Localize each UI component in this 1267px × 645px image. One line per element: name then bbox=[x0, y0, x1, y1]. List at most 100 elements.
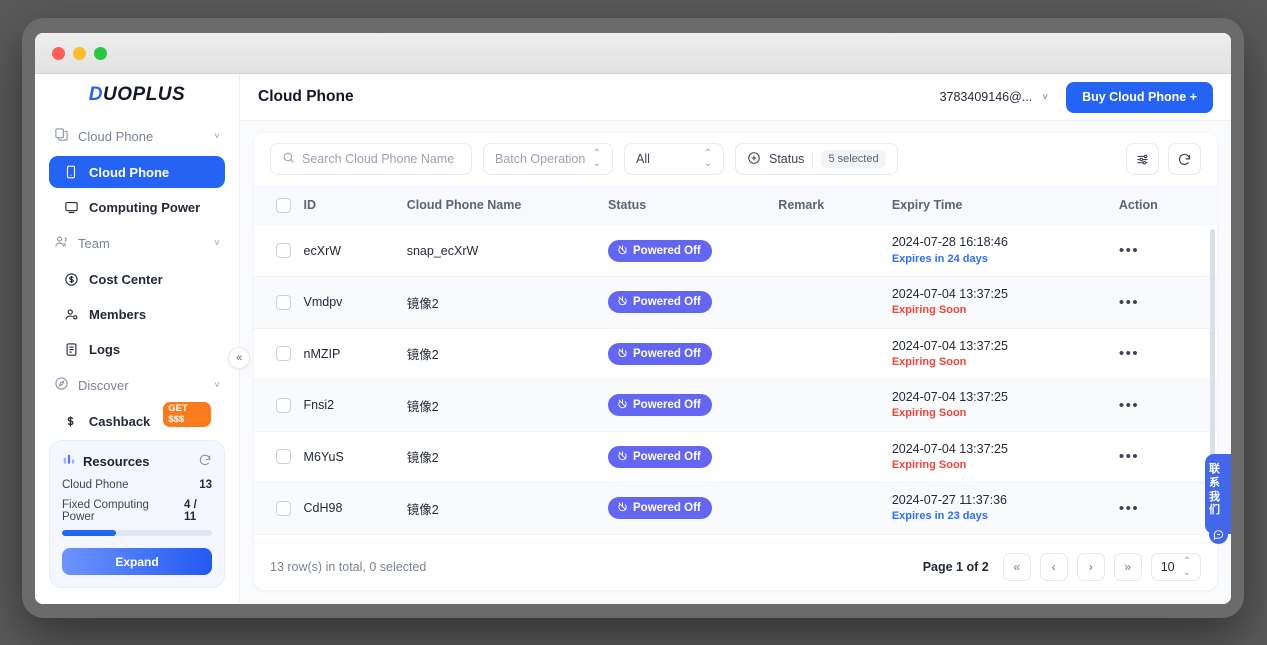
sidebar-item-cloud-phone[interactable]: Cloud Phone bbox=[49, 156, 225, 188]
cell-status: Powered Off bbox=[608, 328, 778, 380]
column-header-name[interactable]: Cloud Phone Name bbox=[407, 185, 608, 225]
cell-id: Vmdpv bbox=[304, 277, 407, 329]
sidebar-item-cashback[interactable]: Cashback GET $$$ bbox=[49, 405, 225, 437]
close-window-button[interactable] bbox=[52, 47, 65, 60]
sidebar-collapse-button[interactable]: « bbox=[228, 347, 250, 369]
last-page-button[interactable]: » bbox=[1114, 553, 1142, 581]
contact-us-label: 联系我们 bbox=[1209, 463, 1227, 518]
maximize-window-button[interactable] bbox=[94, 47, 107, 60]
row-checkbox[interactable] bbox=[276, 295, 291, 310]
sidebar-item-logs[interactable]: Logs bbox=[49, 333, 225, 365]
expand-button[interactable]: Expand bbox=[62, 548, 212, 575]
cell-name: 镜像2 bbox=[407, 380, 608, 432]
table-header-row: ID Cloud Phone Name Status Remark Expiry… bbox=[254, 185, 1217, 225]
table-row[interactable]: Vmdpv镜像2Powered Off2024-07-04 13:37:25Ex… bbox=[254, 277, 1217, 329]
status-badge: Powered Off bbox=[608, 446, 712, 468]
status-text: Powered Off bbox=[633, 399, 701, 411]
select-all-header bbox=[254, 185, 304, 225]
status-filter-label: Status bbox=[769, 152, 804, 166]
row-actions-button[interactable]: ••• bbox=[1119, 345, 1139, 362]
minimize-window-button[interactable] bbox=[73, 47, 86, 60]
cell-remark bbox=[778, 225, 892, 277]
row-actions-button[interactable]: ••• bbox=[1119, 397, 1139, 414]
refresh-icon[interactable] bbox=[1168, 143, 1201, 175]
chevron-updown-icon: ⌃⌄ bbox=[593, 149, 601, 169]
batch-operation-select[interactable]: Batch Operation ⌃⌄ bbox=[483, 143, 613, 175]
resources-title: Resources bbox=[83, 454, 149, 469]
cloud-phone-table: ID Cloud Phone Name Status Remark Expiry… bbox=[254, 185, 1217, 535]
pagination: Page 1 of 2 « ‹ › » 10 ⌃⌄ bbox=[923, 553, 1201, 581]
sidebar-item-members[interactable]: Members bbox=[49, 298, 225, 330]
row-actions-button[interactable]: ••• bbox=[1119, 294, 1139, 311]
column-header-expiry[interactable]: Expiry Time bbox=[892, 185, 1119, 225]
table-body: ecXrWsnap_ecXrWPowered Off2024-07-28 16:… bbox=[254, 225, 1217, 534]
page-size-select[interactable]: 10 ⌃⌄ bbox=[1151, 553, 1201, 581]
cell-id: CdH98 bbox=[304, 483, 407, 535]
cell-id: Fnsi2 bbox=[304, 380, 407, 432]
resources-refresh-icon[interactable] bbox=[198, 453, 212, 470]
table-row[interactable]: M6YuS镜像2Powered Off2024-07-04 13:37:25Ex… bbox=[254, 431, 1217, 483]
sidebar-item-computing-power[interactable]: Computing Power bbox=[49, 191, 225, 223]
power-off-icon bbox=[617, 398, 628, 412]
cell-remark bbox=[778, 380, 892, 432]
resources-progress-fill bbox=[62, 530, 116, 536]
chevron-down-icon: ˅ bbox=[214, 131, 220, 142]
bar-chart-icon bbox=[62, 452, 76, 471]
toolbar-right-actions bbox=[1126, 143, 1201, 175]
row-checkbox[interactable] bbox=[276, 449, 291, 464]
sidebar-item-cost-center[interactable]: Cost Center bbox=[49, 263, 225, 295]
app-logo[interactable]: DUOPLUS bbox=[35, 74, 239, 116]
row-actions-button[interactable]: ••• bbox=[1119, 242, 1139, 259]
buy-cloud-phone-button[interactable]: Buy Cloud Phone + bbox=[1066, 82, 1213, 113]
status-filter-button[interactable]: Status 5 selected bbox=[735, 143, 898, 175]
sidebar-item-label: Computing Power bbox=[89, 200, 200, 215]
select-all-checkbox[interactable] bbox=[276, 198, 291, 213]
table-row[interactable]: ecXrWsnap_ecXrWPowered Off2024-07-28 16:… bbox=[254, 225, 1217, 277]
expiry-date: 2024-07-04 13:37:25 bbox=[892, 440, 1119, 458]
account-menu[interactable]: 3783409146@... ˅ bbox=[940, 90, 1048, 104]
column-header-status[interactable]: Status bbox=[608, 185, 778, 225]
cell-action: ••• bbox=[1119, 431, 1217, 483]
expiry-note: Expiring Soon bbox=[892, 406, 1119, 422]
table-footer: 13 row(s) in total, 0 selected Page 1 of… bbox=[254, 542, 1217, 590]
search-box[interactable] bbox=[270, 143, 472, 175]
team-icon bbox=[54, 234, 69, 252]
all-filter-select[interactable]: All ⌃⌄ bbox=[624, 143, 724, 175]
status-text: Powered Off bbox=[633, 245, 701, 257]
cell-name: 镜像2 bbox=[407, 483, 608, 535]
row-checkbox[interactable] bbox=[276, 501, 291, 516]
row-checkbox[interactable] bbox=[276, 398, 291, 413]
row-select-cell bbox=[254, 483, 304, 535]
all-filter-label: All bbox=[636, 152, 650, 166]
chat-bubble-icon[interactable] bbox=[1209, 525, 1228, 544]
next-page-button[interactable]: › bbox=[1077, 553, 1105, 581]
cell-remark bbox=[778, 431, 892, 483]
sidebar-group-team[interactable]: Team ˅ bbox=[49, 226, 225, 260]
row-actions-button[interactable]: ••• bbox=[1119, 500, 1139, 517]
contact-us-widget[interactable]: 联系我们 bbox=[1205, 454, 1231, 534]
prev-page-button[interactable]: ‹ bbox=[1040, 553, 1068, 581]
application-root: DUOPLUS Cloud Phone ˅ bbox=[35, 74, 1231, 604]
row-checkbox[interactable] bbox=[276, 243, 291, 258]
row-checkbox[interactable] bbox=[276, 346, 291, 361]
chevron-down-icon: ˅ bbox=[214, 380, 220, 391]
row-actions-button[interactable]: ••• bbox=[1119, 448, 1139, 465]
cell-action: ••• bbox=[1119, 483, 1217, 535]
batch-operation-label: Batch Operation bbox=[495, 152, 585, 166]
table-scroll-area: ID Cloud Phone Name Status Remark Expiry… bbox=[254, 185, 1217, 542]
column-header-id[interactable]: ID bbox=[304, 185, 407, 225]
compass-icon bbox=[54, 376, 69, 394]
top-header: Cloud Phone 3783409146@... ˅ Buy Cloud P… bbox=[240, 74, 1231, 121]
search-input[interactable] bbox=[302, 152, 460, 166]
account-email: 3783409146@... bbox=[940, 90, 1033, 104]
sidebar-group-discover[interactable]: Discover ˅ bbox=[49, 368, 225, 402]
table-row[interactable]: nMZIP镜像2Powered Off2024-07-04 13:37:25Ex… bbox=[254, 328, 1217, 380]
sidebar-group-cloud-phone[interactable]: Cloud Phone ˅ bbox=[49, 119, 225, 153]
sliders-icon[interactable] bbox=[1126, 143, 1159, 175]
first-page-button[interactable]: « bbox=[1003, 553, 1031, 581]
column-header-remark[interactable]: Remark bbox=[778, 185, 892, 225]
logo-rest: UOPLUS bbox=[103, 84, 185, 105]
cell-status: Powered Off bbox=[608, 483, 778, 535]
table-row[interactable]: CdH98镜像2Powered Off2024-07-27 11:37:36Ex… bbox=[254, 483, 1217, 535]
table-row[interactable]: Fnsi2镜像2Powered Off2024-07-04 13:37:25Ex… bbox=[254, 380, 1217, 432]
